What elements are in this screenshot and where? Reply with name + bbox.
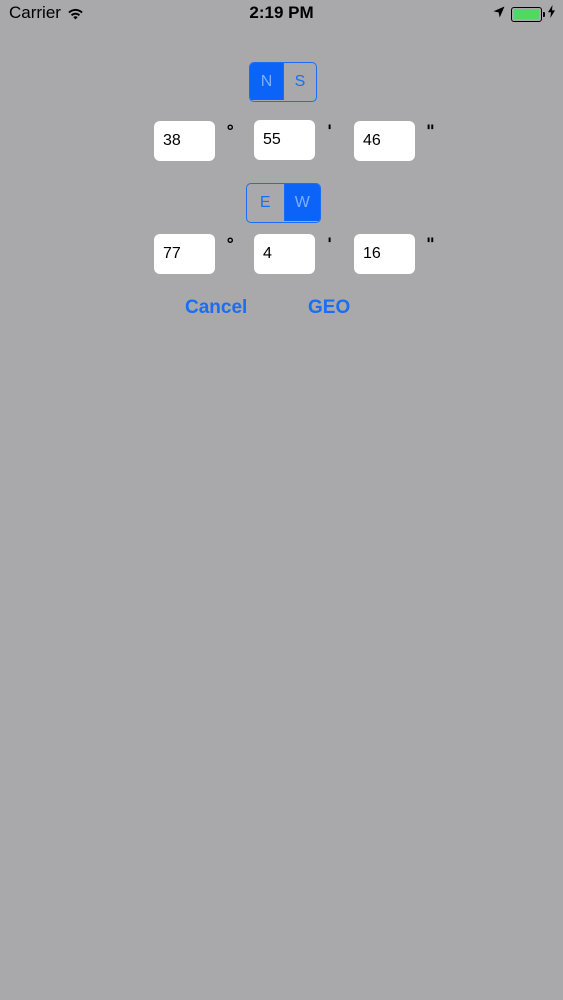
battery-fill bbox=[513, 9, 539, 19]
longitude-minutes-input[interactable] bbox=[254, 234, 315, 274]
longitude-degrees-input[interactable] bbox=[154, 234, 215, 274]
degree-symbol: ° bbox=[226, 235, 235, 255]
latitude-degrees-input[interactable] bbox=[154, 121, 215, 161]
segment-e[interactable]: E bbox=[247, 184, 284, 221]
second-symbol: " bbox=[426, 122, 435, 142]
second-symbol: " bbox=[426, 235, 435, 255]
segment-s[interactable]: S bbox=[283, 63, 316, 100]
minute-symbol: ' bbox=[327, 235, 333, 255]
battery-icon bbox=[511, 6, 545, 22]
status-bar: Carrier 2:19 PM bbox=[0, 0, 563, 30]
segment-w[interactable]: W bbox=[283, 184, 320, 221]
longitude-seconds-input[interactable] bbox=[354, 234, 415, 274]
segment-n[interactable]: N bbox=[250, 63, 283, 100]
geo-button[interactable]: GEO bbox=[308, 298, 350, 317]
latitude-hemisphere-control[interactable]: N S bbox=[249, 62, 317, 102]
latitude-minutes-input[interactable] bbox=[254, 120, 315, 160]
status-right-group bbox=[493, 5, 555, 23]
location-arrow-icon bbox=[493, 5, 505, 23]
charging-bolt-icon bbox=[548, 5, 555, 23]
longitude-hemisphere-control[interactable]: E W bbox=[246, 183, 321, 223]
battery-nub bbox=[542, 11, 545, 17]
cancel-button[interactable]: Cancel bbox=[185, 298, 247, 317]
minute-symbol: ' bbox=[327, 122, 333, 142]
status-time: 2:19 PM bbox=[249, 3, 314, 22]
latitude-seconds-input[interactable] bbox=[354, 121, 415, 161]
degree-symbol: ° bbox=[226, 122, 235, 142]
